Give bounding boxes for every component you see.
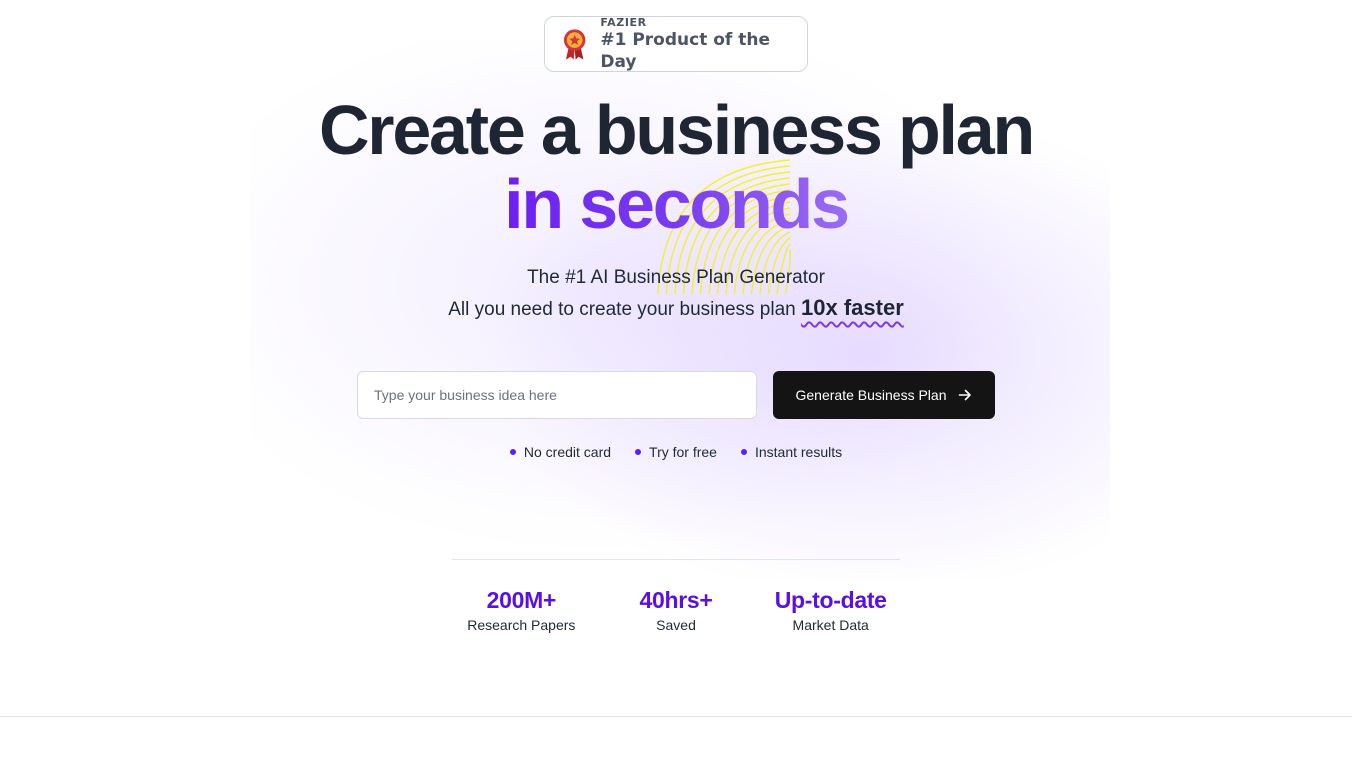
bullet-dot-icon (509, 449, 516, 455)
bullet-dot-icon (740, 449, 747, 455)
stat-item: 40hrs+ Saved (599, 586, 754, 635)
generate-button-label: Generate Business Plan (795, 387, 947, 403)
stat-value: 40hrs+ (639, 587, 713, 613)
section-divider (0, 716, 1352, 717)
perk-item: Try for free (635, 442, 717, 462)
perks-list: No credit card Try for free Instant resu… (0, 442, 1352, 462)
hero-subline: The #1 AI Business Plan Generator (527, 267, 825, 288)
badge-text: FAZIER #1 Product of the Day (600, 16, 807, 73)
stat-item: Up-to-date Market Data (753, 586, 908, 635)
perk-label: Try for free (649, 444, 717, 460)
arrow-right-icon (959, 389, 972, 401)
stats-row: 200M+ Research Papers 40hrs+ Saved Up-to… (444, 586, 908, 635)
stat-value: Up-to-date (774, 587, 887, 613)
hero-headline-accent: in seconds (0, 166, 1352, 242)
landing-page: FAZIER #1 Product of the Day Create a bu… (0, 0, 1352, 760)
stat-label: Research Papers (467, 617, 576, 633)
perk-item: Instant results (740, 442, 843, 462)
hero-headline: Create a business plan (318, 91, 1035, 169)
stats-divider (452, 559, 900, 560)
stat-label: Market Data (792, 617, 869, 633)
stat-item: 200M+ Research Papers (444, 586, 599, 635)
hero-headline-accent-text: in seconds (504, 165, 850, 243)
hero-tagline: All you need to create your business pla… (0, 295, 1352, 323)
badge-kicker: FAZIER (600, 15, 647, 29)
stat-label: Saved (656, 617, 696, 633)
perk-label: No credit card (523, 444, 612, 460)
award-medal-icon (563, 29, 586, 60)
generate-business-plan-button[interactable]: Generate Business Plan (773, 371, 995, 419)
tagline-prefix: All you need to create your business pla… (448, 299, 802, 320)
stat-value: 200M+ (486, 587, 557, 613)
perk-item: No credit card (509, 442, 612, 462)
perk-label: Instant results (754, 444, 843, 460)
badge-title: #1 Product of the Day (600, 29, 770, 72)
bullet-dot-icon (635, 449, 642, 455)
tagline-highlight: 10x faster (801, 295, 904, 320)
business-idea-input[interactable] (357, 371, 757, 419)
product-of-the-day-badge[interactable]: FAZIER #1 Product of the Day (544, 16, 808, 72)
